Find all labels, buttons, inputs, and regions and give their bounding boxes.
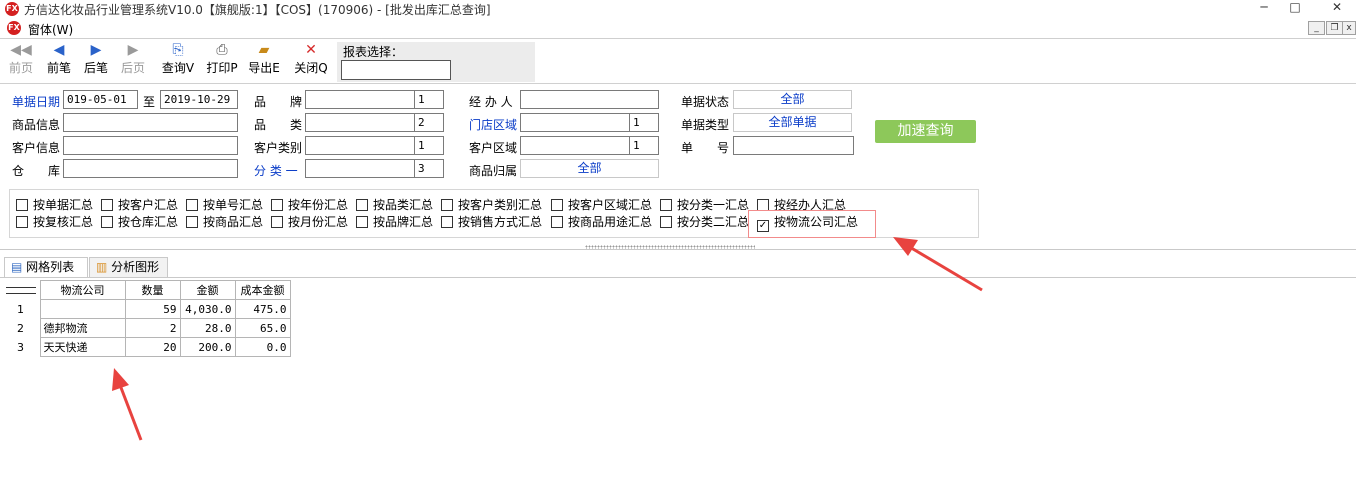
annotation-arrow-right: [893, 237, 983, 292]
annotation-arrows: [112, 237, 983, 441]
annotation-arrow-left: [112, 368, 143, 441]
